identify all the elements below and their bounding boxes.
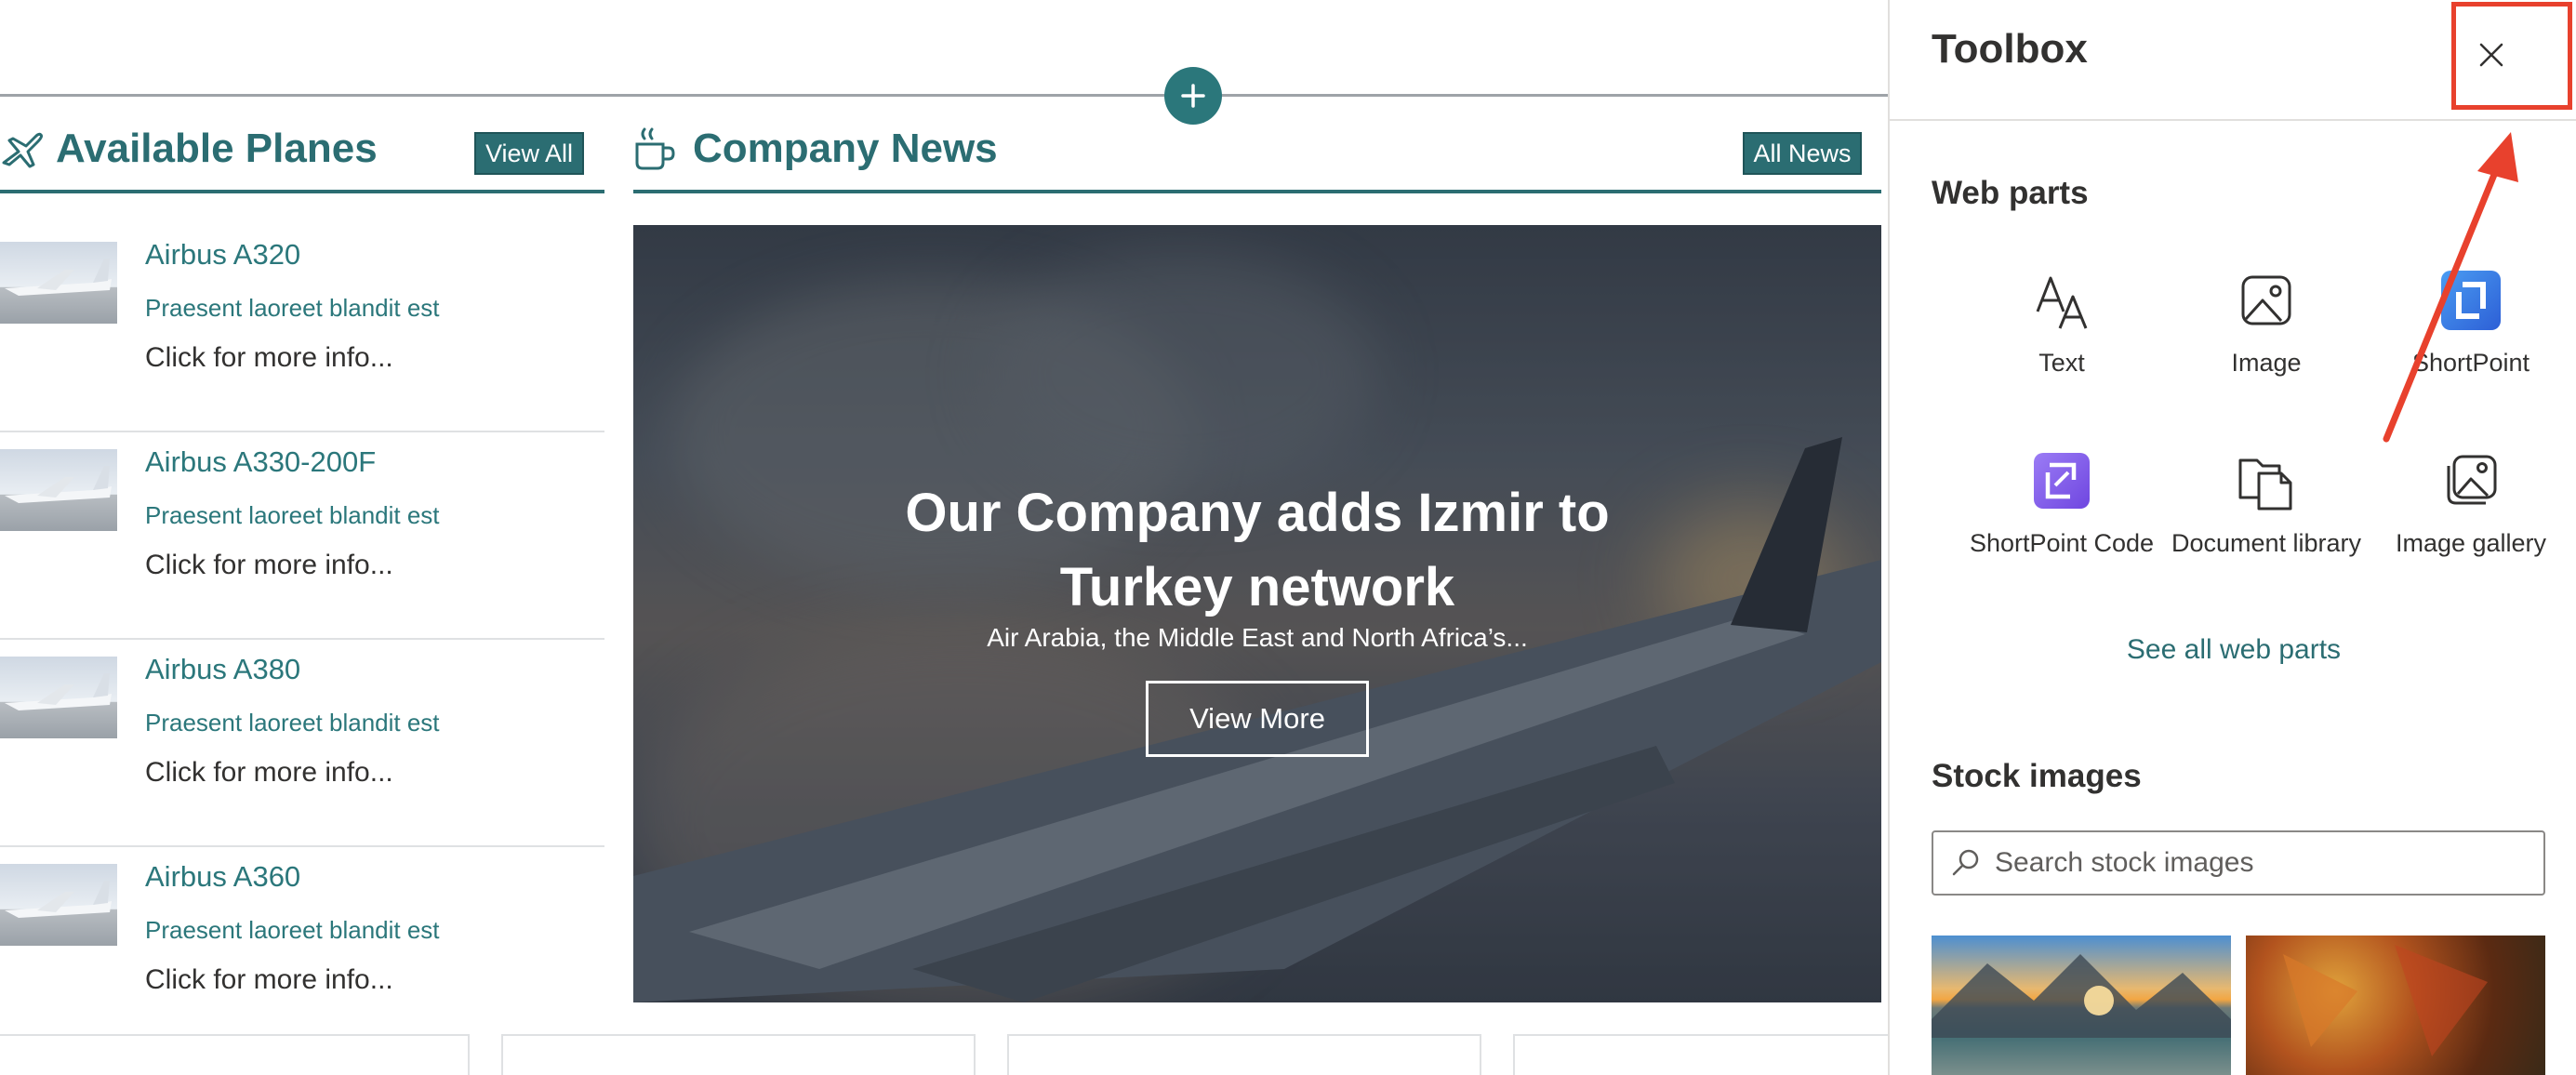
news-title: Company News [693, 126, 998, 171]
news-underline [633, 190, 1881, 193]
toolbox-header: Toolbox [1890, 0, 2576, 121]
stock-image-mountains[interactable] [1932, 936, 2231, 1075]
planes-title: Available Planes [56, 126, 378, 171]
more-info-link[interactable]: Click for more info... [145, 964, 393, 996]
plane-description: Praesent laoreet blandit est [145, 916, 440, 944]
list-item: Airbus A360 Praesent laoreet blandit est… [0, 847, 604, 1055]
webpart-label: Document library [2171, 529, 2362, 557]
content-card [501, 1034, 976, 1075]
content-card [1513, 1034, 1888, 1075]
content-card [1007, 1034, 1481, 1075]
add-section-button[interactable] [1164, 67, 1222, 125]
more-info-link[interactable]: Click for more info... [145, 550, 393, 581]
stock-search-box[interactable] [1932, 830, 2545, 896]
plane-description: Praesent laoreet blandit est [145, 294, 440, 322]
view-all-button[interactable]: View All [474, 132, 584, 175]
plane-thumbnail [0, 449, 117, 531]
image-gallery-icon [2447, 455, 2497, 505]
news-hero[interactable]: Our Company adds Izmir to Turkey network… [633, 225, 1881, 1002]
webpart-label: Text [2038, 349, 2085, 377]
list-item: Airbus A330-200F Praesent laoreet blandi… [0, 432, 604, 640]
plane-description: Praesent laoreet blandit est [145, 709, 440, 737]
webpart-image-gallery[interactable]: Image gallery [2369, 448, 2573, 561]
toolbox-title: Toolbox [1932, 26, 2088, 72]
webpart-image[interactable]: Image [2164, 268, 2369, 380]
webpart-label: ShortPoint Code [1969, 529, 2155, 557]
web-parts-title: Web parts [1932, 175, 2089, 211]
news-header: Company News [633, 119, 998, 179]
plane-thumbnail [0, 657, 117, 738]
webpart-shortpoint[interactable]: ShortPoint [2369, 268, 2573, 380]
all-news-button[interactable]: All News [1743, 132, 1862, 175]
shortpoint-code-icon [2034, 453, 2090, 509]
content-card [0, 1034, 470, 1075]
plane-name[interactable]: Airbus A380 [145, 653, 300, 686]
close-button[interactable] [2451, 15, 2531, 95]
webpart-label: Image [2231, 349, 2302, 377]
plane-name[interactable]: Airbus A330-200F [145, 445, 376, 479]
section-divider [0, 94, 1888, 97]
webpart-label: ShortPoint [2411, 349, 2530, 377]
search-icon [1952, 849, 1979, 876]
text-icon [2036, 276, 2088, 329]
coffee-cup-icon [635, 127, 675, 170]
webpart-shortpoint-code[interactable]: ShortPoint Code [1959, 448, 2164, 561]
image-icon [2241, 275, 2291, 325]
webpart-text[interactable]: Text [1959, 268, 2164, 380]
list-item: Airbus A380 Praesent laoreet blandit est… [0, 640, 604, 847]
airplane-icon [2, 132, 43, 168]
plane-thumbnail [0, 242, 117, 324]
toolbox-panel: Toolbox Web parts Text Image ShortPoint … [1888, 0, 2576, 1075]
plane-name[interactable]: Airbus A360 [145, 860, 300, 894]
close-icon [2479, 43, 2503, 67]
news-headline: Our Company adds Izmir to Turkey network [905, 483, 1610, 617]
more-info-link[interactable]: Click for more info... [145, 342, 393, 374]
shortpoint-icon [2441, 271, 2501, 330]
document-library-icon [2238, 458, 2292, 511]
plane-name[interactable]: Airbus A320 [145, 238, 300, 272]
stock-image-autumn-leaves[interactable] [2246, 936, 2545, 1075]
page-canvas: Available Planes View All Airbus A320 Pr… [0, 0, 1888, 1075]
planes-underline [0, 190, 604, 193]
plane-description: Praesent laoreet blandit est [145, 501, 440, 529]
see-all-web-parts-link[interactable]: See all web parts [1890, 634, 2576, 666]
webpart-document-library[interactable]: Document library [2164, 448, 2369, 561]
webpart-label: Image gallery [2395, 529, 2547, 557]
stock-images-title: Stock images [1932, 758, 2142, 794]
view-more-button[interactable]: View More [1146, 681, 1369, 757]
news-subtitle: Air Arabia, the Middle East and North Af… [987, 623, 1528, 652]
plane-thumbnail [0, 864, 117, 946]
more-info-link[interactable]: Click for more info... [145, 757, 393, 789]
stock-search-input[interactable] [1995, 847, 2516, 879]
plus-icon [1181, 84, 1205, 108]
planes-header: Available Planes [0, 119, 378, 179]
list-item: Airbus A320 Praesent laoreet blandit est… [0, 225, 604, 432]
